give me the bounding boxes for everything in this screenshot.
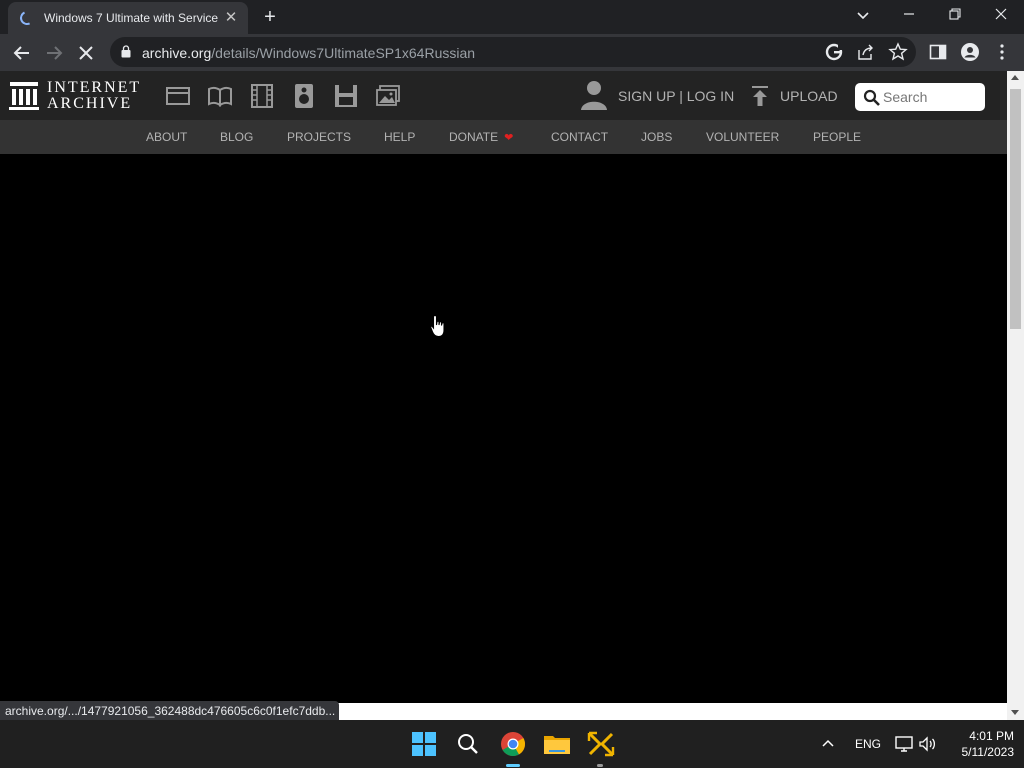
windows-taskbar: ENG 4:01 PM 5/11/2023 <box>0 720 1024 768</box>
search-input[interactable] <box>883 87 979 107</box>
app-transfer-icon[interactable] <box>585 728 617 760</box>
upload-icon[interactable] <box>751 85 769 107</box>
images-icon[interactable] <box>375 83 401 109</box>
search-icon[interactable] <box>452 728 484 760</box>
ia-topbar: INTERNET ARCHIVE SIGN UP | LOG IN UPLOAD… <box>0 71 1007 120</box>
archive-building-icon <box>9 82 39 110</box>
web-page: INTERNET ARCHIVE SIGN UP | LOG IN UPLOAD… <box>0 71 1007 703</box>
web-icon[interactable] <box>165 83 191 109</box>
profile-icon[interactable] <box>960 42 980 62</box>
windows-start-icon[interactable] <box>408 728 440 760</box>
heart-icon: ❤ <box>504 132 514 144</box>
address-bar[interactable]: archive.org/details/Windows7UltimateSP1x… <box>110 37 916 67</box>
clock-time: 4:01 PM <box>969 729 1014 743</box>
lock-icon[interactable] <box>121 45 131 58</box>
chrome-active-indicator <box>506 764 520 767</box>
close-icon <box>995 8 1007 20</box>
video-film-icon[interactable] <box>249 83 275 109</box>
minimize-icon <box>904 13 914 15</box>
volume-icon[interactable] <box>918 734 938 754</box>
audio-speaker-icon[interactable] <box>291 83 317 109</box>
restore-button[interactable] <box>932 0 978 32</box>
nav-contact[interactable]: CONTACT <box>551 130 608 144</box>
tab-close-icon[interactable]: ✕ <box>224 10 238 25</box>
more-menu-icon[interactable] <box>992 42 1012 62</box>
stop-loading-icon[interactable] <box>73 40 99 66</box>
url-path: /details/Windows7UltimateSP1x64Russian <box>211 45 476 61</box>
back-arrow-icon[interactable] <box>9 40 35 66</box>
nav-people[interactable]: PEOPLE <box>813 130 861 144</box>
close-window-button[interactable] <box>978 0 1024 32</box>
scroll-up-arrow-icon[interactable] <box>1011 75 1019 80</box>
software-floppy-icon[interactable] <box>333 83 359 109</box>
page-scrollbar[interactable] <box>1007 71 1024 720</box>
chevron-up-icon[interactable] <box>820 736 836 752</box>
clock-date: 5/11/2023 <box>961 745 1015 759</box>
url-text[interactable]: archive.org/details/Windows7UltimateSP1x… <box>142 45 475 61</box>
browser-toolbar: archive.org/details/Windows7UltimateSP1x… <box>0 34 1024 71</box>
site-search-box[interactable] <box>855 83 985 111</box>
scrollbar-thumb[interactable] <box>1010 89 1021 329</box>
share-icon[interactable] <box>856 42 876 62</box>
loading-spinner-icon <box>18 9 36 27</box>
language-indicator[interactable]: ENG <box>855 737 881 751</box>
system-clock[interactable]: 4:01 PM 5/11/2023 <box>948 728 1015 760</box>
nav-about[interactable]: ABOUT <box>146 130 187 144</box>
url-host: archive.org <box>142 45 212 61</box>
nav-blog[interactable]: BLOG <box>220 130 253 144</box>
link-status-bubble: archive.org/.../1477921056_362488dc47660… <box>0 701 339 720</box>
internet-archive-logo[interactable]: INTERNET ARCHIVE <box>9 79 149 113</box>
ia-secondary-nav: ABOUT BLOG PROJECTS HELP DONATE ❤ CONTACT… <box>0 120 1007 154</box>
scroll-down-arrow-icon[interactable] <box>1011 710 1019 715</box>
signup-login-link[interactable]: SIGN UP | LOG IN <box>618 88 734 104</box>
network-icon[interactable] <box>894 734 914 754</box>
logo-line-2: ARCHIVE <box>47 95 133 112</box>
forward-arrow-icon[interactable] <box>41 40 67 66</box>
hand-cursor-icon <box>430 314 445 338</box>
chrome-icon[interactable] <box>497 728 529 760</box>
nav-donate-label: DONATE <box>449 130 499 144</box>
side-panel-icon[interactable] <box>928 42 948 62</box>
user-avatar-icon[interactable] <box>580 79 608 111</box>
texts-book-icon[interactable] <box>207 83 233 109</box>
nav-jobs[interactable]: JOBS <box>641 130 672 144</box>
google-lens-icon[interactable] <box>824 42 844 62</box>
browser-tabstrip: Windows 7 Ultimate with Service Pack 1 (… <box>0 0 1024 34</box>
upload-link[interactable]: UPLOAD <box>780 88 838 104</box>
tab-search-icon[interactable] <box>853 5 873 25</box>
tab-title: Windows 7 Ultimate with Service Pack 1 (… <box>44 11 220 25</box>
nav-donate[interactable]: DONATE ❤ <box>449 130 513 144</box>
restore-icon <box>949 8 961 20</box>
new-tab-button[interactable]: + <box>258 6 282 28</box>
bookmark-star-icon[interactable] <box>888 42 908 62</box>
nav-volunteer[interactable]: VOLUNTEER <box>706 130 779 144</box>
minimize-button[interactable] <box>886 0 932 32</box>
nav-projects[interactable]: PROJECTS <box>287 130 351 144</box>
file-explorer-folder-icon[interactable] <box>541 728 573 760</box>
nav-help[interactable]: HELP <box>384 130 415 144</box>
search-icon <box>863 89 880 106</box>
app-running-indicator <box>597 764 603 767</box>
browser-tab-active[interactable]: Windows 7 Ultimate with Service Pack 1 (… <box>8 2 248 34</box>
